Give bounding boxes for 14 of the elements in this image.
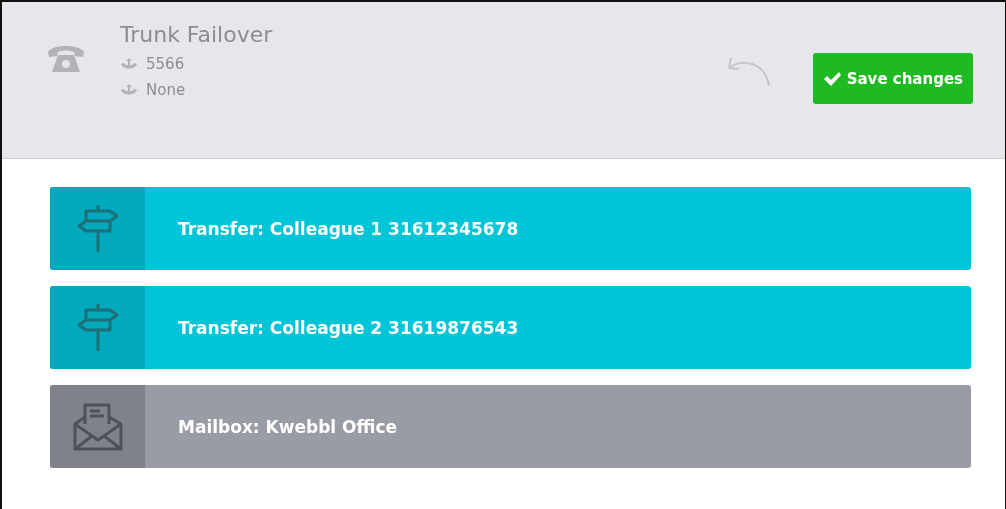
phone-upload-icon: [120, 58, 138, 70]
phone-upload-icon: [120, 84, 138, 96]
trunk-title: Trunk Failover: [120, 21, 274, 49]
action-bar[interactable]: Mailbox: Kwebbl Office: [50, 385, 971, 468]
action-bar[interactable]: Transfer: Colleague 2 31619876543: [50, 286, 971, 369]
envelope-icon: [71, 401, 124, 452]
action-label: Mailbox: Kwebbl Office: [178, 416, 398, 437]
phone-number: None: [146, 80, 186, 101]
save-button[interactable]: Save changes: [812, 53, 973, 104]
action-label: Transfer: Colleague 1 31612345678: [178, 218, 519, 239]
check-icon: [822, 71, 841, 86]
action-bar[interactable]: Transfer: Colleague 1 31612345678: [50, 187, 971, 270]
phone-number: 5566: [146, 54, 185, 75]
action-label: Transfer: Colleague 2 31619876543: [178, 317, 519, 338]
